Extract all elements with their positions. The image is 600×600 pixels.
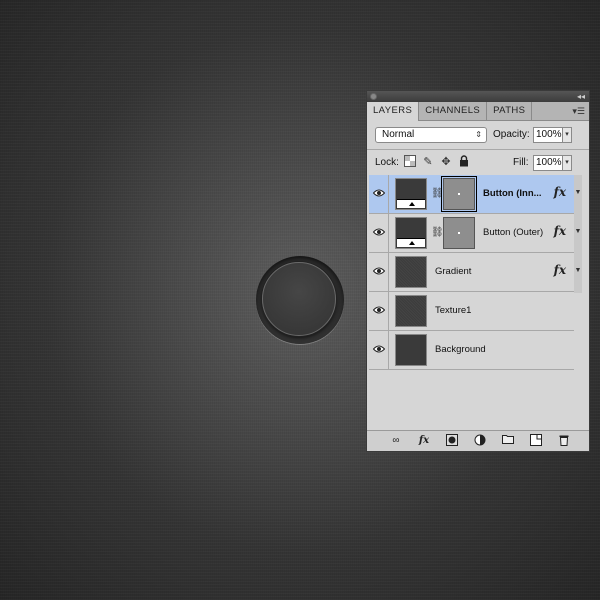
lock-transparency-icon[interactable]	[403, 155, 417, 169]
close-icon[interactable]	[370, 93, 377, 100]
fx-icon[interactable]: fx	[417, 434, 431, 448]
layer-name[interactable]: Gradient	[435, 266, 471, 277]
add-mask-icon[interactable]	[445, 434, 459, 448]
layer-thumbnail[interactable]	[395, 334, 427, 366]
panel-titlebar[interactable]: ◂◂	[367, 91, 589, 102]
tab-paths[interactable]: PATHS	[487, 102, 533, 120]
layer-row-gradient[interactable]: Gradient fx	[369, 253, 574, 292]
eye-icon	[373, 189, 385, 197]
collapse-icon[interactable]: ◂◂	[577, 91, 585, 102]
layer-thumbnail[interactable]	[395, 295, 427, 327]
fill-dropdown-arrow[interactable]: ▾	[563, 155, 572, 171]
layer-thumbnail[interactable]	[395, 256, 427, 288]
link-layers-icon[interactable]: ∞	[389, 434, 403, 448]
layer-row-background[interactable]: Background	[369, 331, 574, 370]
layer-row-button-inner[interactable]: ⛓ Button (Inn... fx	[369, 175, 574, 214]
layer-row-texture1[interactable]: Texture1	[369, 292, 574, 331]
expand-effects-arrow[interactable]: ▼	[574, 228, 582, 235]
blend-mode-select[interactable]: Normal ⇕	[375, 127, 487, 143]
mask-link-icon[interactable]: ⛓	[431, 227, 444, 238]
lock-all-icon[interactable]	[457, 155, 471, 169]
eye-icon	[373, 306, 385, 314]
lock-position-icon[interactable]: ✥	[439, 155, 453, 169]
expand-effects-arrow[interactable]: ▼	[574, 189, 582, 196]
trash-icon[interactable]	[557, 434, 571, 448]
layer-fx-icon[interactable]: fx	[554, 185, 566, 199]
tab-channels[interactable]: CHANNELS	[419, 102, 488, 120]
layer-name[interactable]: Button (Outer)	[483, 227, 543, 238]
layers-panel: ◂◂ LAYERS CHANNELS PATHS ▾☰ Normal ⇕ Opa…	[366, 90, 590, 452]
layer-fx-icon[interactable]: fx	[554, 224, 566, 238]
panel-bottom-toolbar: ∞ fx	[367, 430, 589, 451]
blend-mode-value: Normal	[382, 129, 415, 140]
layer-fx-icon[interactable]: fx	[554, 263, 566, 277]
layers-list: ⛓ Button (Inn... fx ⛓ Button (Outer) fx	[369, 175, 574, 461]
blend-row: Normal ⇕ Opacity: 100% ▾	[367, 121, 589, 149]
opacity-label: Opacity:	[493, 129, 530, 140]
lock-pixels-icon[interactable]: ✎	[421, 155, 435, 169]
layer-thumbnail[interactable]	[395, 217, 427, 249]
visibility-toggle[interactable]	[369, 253, 389, 291]
new-layer-icon[interactable]	[529, 434, 543, 448]
opacity-dropdown-arrow[interactable]: ▾	[563, 127, 572, 143]
eye-icon	[373, 267, 385, 275]
layer-name[interactable]: Background	[435, 344, 486, 355]
visibility-toggle[interactable]	[369, 331, 389, 369]
layer-name[interactable]: Texture1	[435, 305, 471, 316]
fill-input[interactable]: 100%	[533, 155, 563, 171]
tab-layers[interactable]: LAYERS	[367, 102, 420, 121]
visibility-toggle[interactable]	[369, 292, 389, 330]
layer-name[interactable]: Button (Inn...	[483, 188, 542, 199]
visibility-toggle[interactable]	[369, 175, 389, 213]
select-arrows-icon: ⇕	[475, 130, 482, 139]
new-group-icon[interactable]	[501, 434, 515, 448]
vector-mask-thumbnail[interactable]	[441, 176, 477, 212]
layer-thumbnail[interactable]	[395, 178, 427, 210]
visibility-toggle[interactable]	[369, 214, 389, 252]
fx-expand-column: ▼ ▼ ▼	[574, 175, 582, 293]
lock-label: Lock:	[375, 157, 399, 168]
panel-menu-icon[interactable]: ▾☰	[572, 106, 585, 117]
opacity-input[interactable]: 100%	[533, 127, 563, 143]
lock-row: Lock: ✎ ✥ Fill: 100% ▾	[367, 150, 589, 176]
panel-tabs: LAYERS CHANNELS PATHS ▾☰	[367, 102, 589, 121]
expand-effects-arrow[interactable]: ▼	[574, 267, 582, 274]
document-canvas[interactable]: ◂◂ LAYERS CHANNELS PATHS ▾☰ Normal ⇕ Opa…	[0, 0, 600, 600]
eye-icon	[373, 345, 385, 353]
fill-label: Fill:	[513, 157, 529, 168]
layer-row-button-outer[interactable]: ⛓ Button (Outer) fx	[369, 214, 574, 253]
adjustment-layer-icon[interactable]	[473, 434, 487, 448]
vector-mask-thumbnail[interactable]	[443, 217, 475, 249]
button-inner-shape	[262, 262, 336, 336]
mask-link-icon[interactable]: ⛓	[431, 188, 444, 199]
eye-icon	[373, 228, 385, 236]
